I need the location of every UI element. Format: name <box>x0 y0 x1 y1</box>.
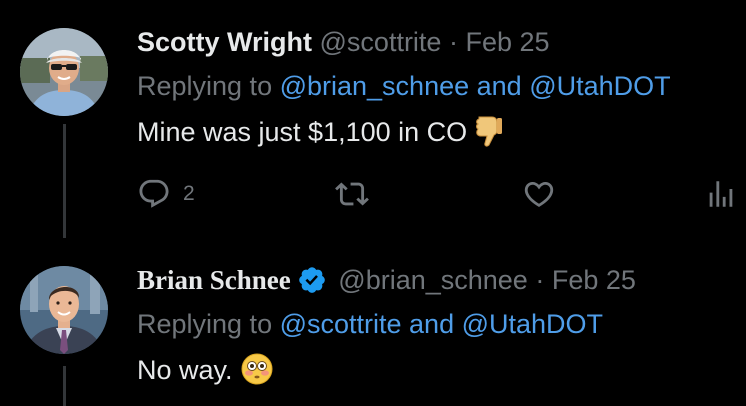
tweet-text-content: No way. <box>137 355 233 385</box>
tweet-header: Brian Schnee @brian_schnee · Feb 25 <box>137 262 636 304</box>
flushed-face-icon <box>241 353 273 394</box>
tweet-scotty-wright[interactable]: Scotty Wright @scottrite · Feb 25 Replyi… <box>0 0 746 238</box>
handle[interactable]: @scottrite <box>320 27 442 57</box>
thread-line <box>63 124 66 238</box>
replying-to: Replying to @brian_schnee and @UtahDOT <box>137 68 671 104</box>
like-button[interactable] <box>522 176 568 212</box>
replying-to-label: Replying to <box>137 71 280 101</box>
tweet-text: Mine was just $1,100 in CO <box>137 114 503 156</box>
handle[interactable]: @brian_schnee <box>338 265 528 295</box>
timestamp[interactable]: Feb 25 <box>465 27 549 57</box>
mention-link[interactable]: @brian_schnee <box>280 71 470 101</box>
views-button[interactable] <box>704 176 746 212</box>
tweet-brian-schnee[interactable]: Brian Schnee @brian_schnee · Feb 25 Repl… <box>0 238 746 406</box>
thumbs-down-icon <box>475 115 503 156</box>
separator-dot: · <box>448 27 458 57</box>
replying-to: Replying to @scottrite and @UtahDOT <box>137 306 603 342</box>
tweet-text-content: Mine was just $1,100 in CO <box>137 117 468 147</box>
replying-to-label: Replying to <box>137 309 280 339</box>
mention-link[interactable]: @UtahDOT <box>462 309 603 339</box>
verified-badge-icon[interactable] <box>297 265 327 304</box>
avatar-brian-schnee[interactable] <box>20 266 108 354</box>
mention-link[interactable]: @UtahDOT <box>529 71 670 101</box>
tweet-header: Scotty Wright @scottrite · Feb 25 <box>137 24 550 60</box>
reply-count: 2 <box>183 182 195 205</box>
tweet-text: No way. <box>137 352 273 394</box>
display-name[interactable]: Brian Schnee <box>137 265 291 295</box>
reply-icon <box>139 179 169 208</box>
mention-joiner: and <box>469 71 530 101</box>
display-name[interactable]: Scotty Wright <box>137 27 312 57</box>
retweet-icon <box>335 182 369 206</box>
mention-link[interactable]: @scottrite <box>280 309 402 339</box>
thread-line <box>63 366 66 406</box>
retweet-button[interactable] <box>335 176 381 212</box>
mention-joiner: and <box>401 309 462 339</box>
reply-button[interactable]: 2 <box>137 176 195 212</box>
like-icon <box>524 181 554 207</box>
timestamp[interactable]: Feb 25 <box>552 265 636 295</box>
separator-dot: · <box>535 265 545 295</box>
views-icon <box>709 181 733 207</box>
avatar-scotty-wright[interactable] <box>20 28 108 116</box>
